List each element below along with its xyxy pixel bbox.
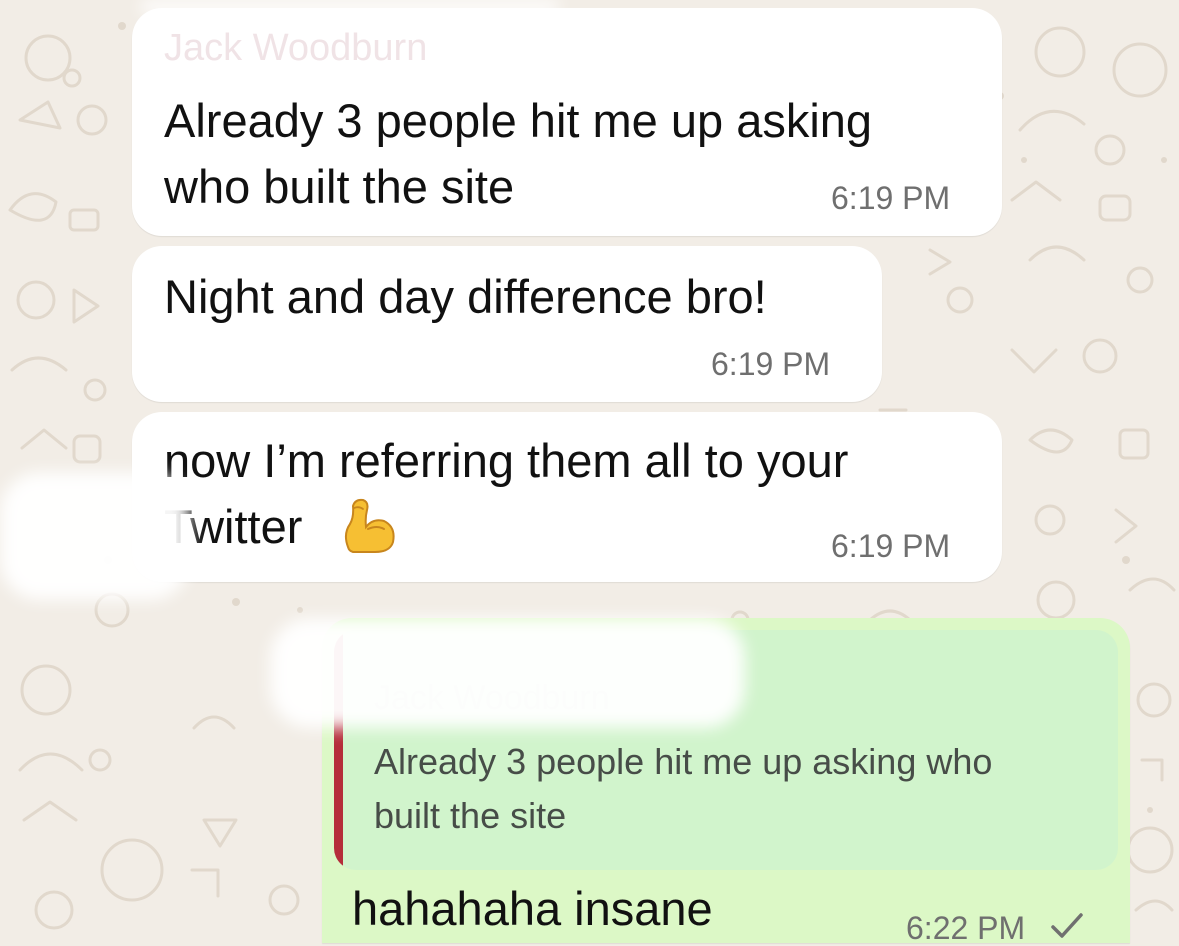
message-text-line-1: Already 3 people hit me up asking	[164, 94, 873, 147]
quoted-text-line-1: Already 3 people hit me up asking who	[374, 741, 993, 782]
incoming-message-2[interactable]: Night and day difference bro! 6:19 PM	[132, 246, 882, 402]
message-text-line-2: Twitter	[164, 500, 303, 553]
quoted-text-line-2: built the site	[374, 795, 567, 836]
incoming-message-1[interactable]: Jack Woodburn Already 3 people hit me up…	[132, 8, 1002, 236]
quoted-message[interactable]: Jack Woodburn Already 3 people hit me up…	[334, 630, 1118, 870]
reply-text: hahahaha insane	[352, 882, 713, 935]
sender-name[interactable]: Jack Woodburn	[164, 26, 427, 70]
message-text-line-1: Night and day difference bro!	[164, 270, 767, 323]
reply-timestamp: 6:22 PM	[906, 910, 1026, 946]
incoming-message-3[interactable]: now I’m referring them all to your Twitt…	[132, 412, 1002, 582]
quoted-author: Jack Woodburn	[374, 679, 610, 717]
message-text-line-1: now I’m referring them all to your	[164, 434, 849, 487]
sent-check-icon	[1051, 913, 1083, 938]
message-text-line-2: who built the site	[164, 160, 515, 213]
message-timestamp: 6:19 PM	[831, 528, 951, 564]
message-timestamp: 6:19 PM	[831, 180, 951, 216]
flexed-biceps-icon	[344, 498, 395, 553]
outgoing-reply-message[interactable]: Jack Woodburn Already 3 people hit me up…	[322, 618, 1130, 946]
quote-accent-bar	[334, 630, 343, 870]
message-timestamp: 6:19 PM	[711, 346, 831, 382]
